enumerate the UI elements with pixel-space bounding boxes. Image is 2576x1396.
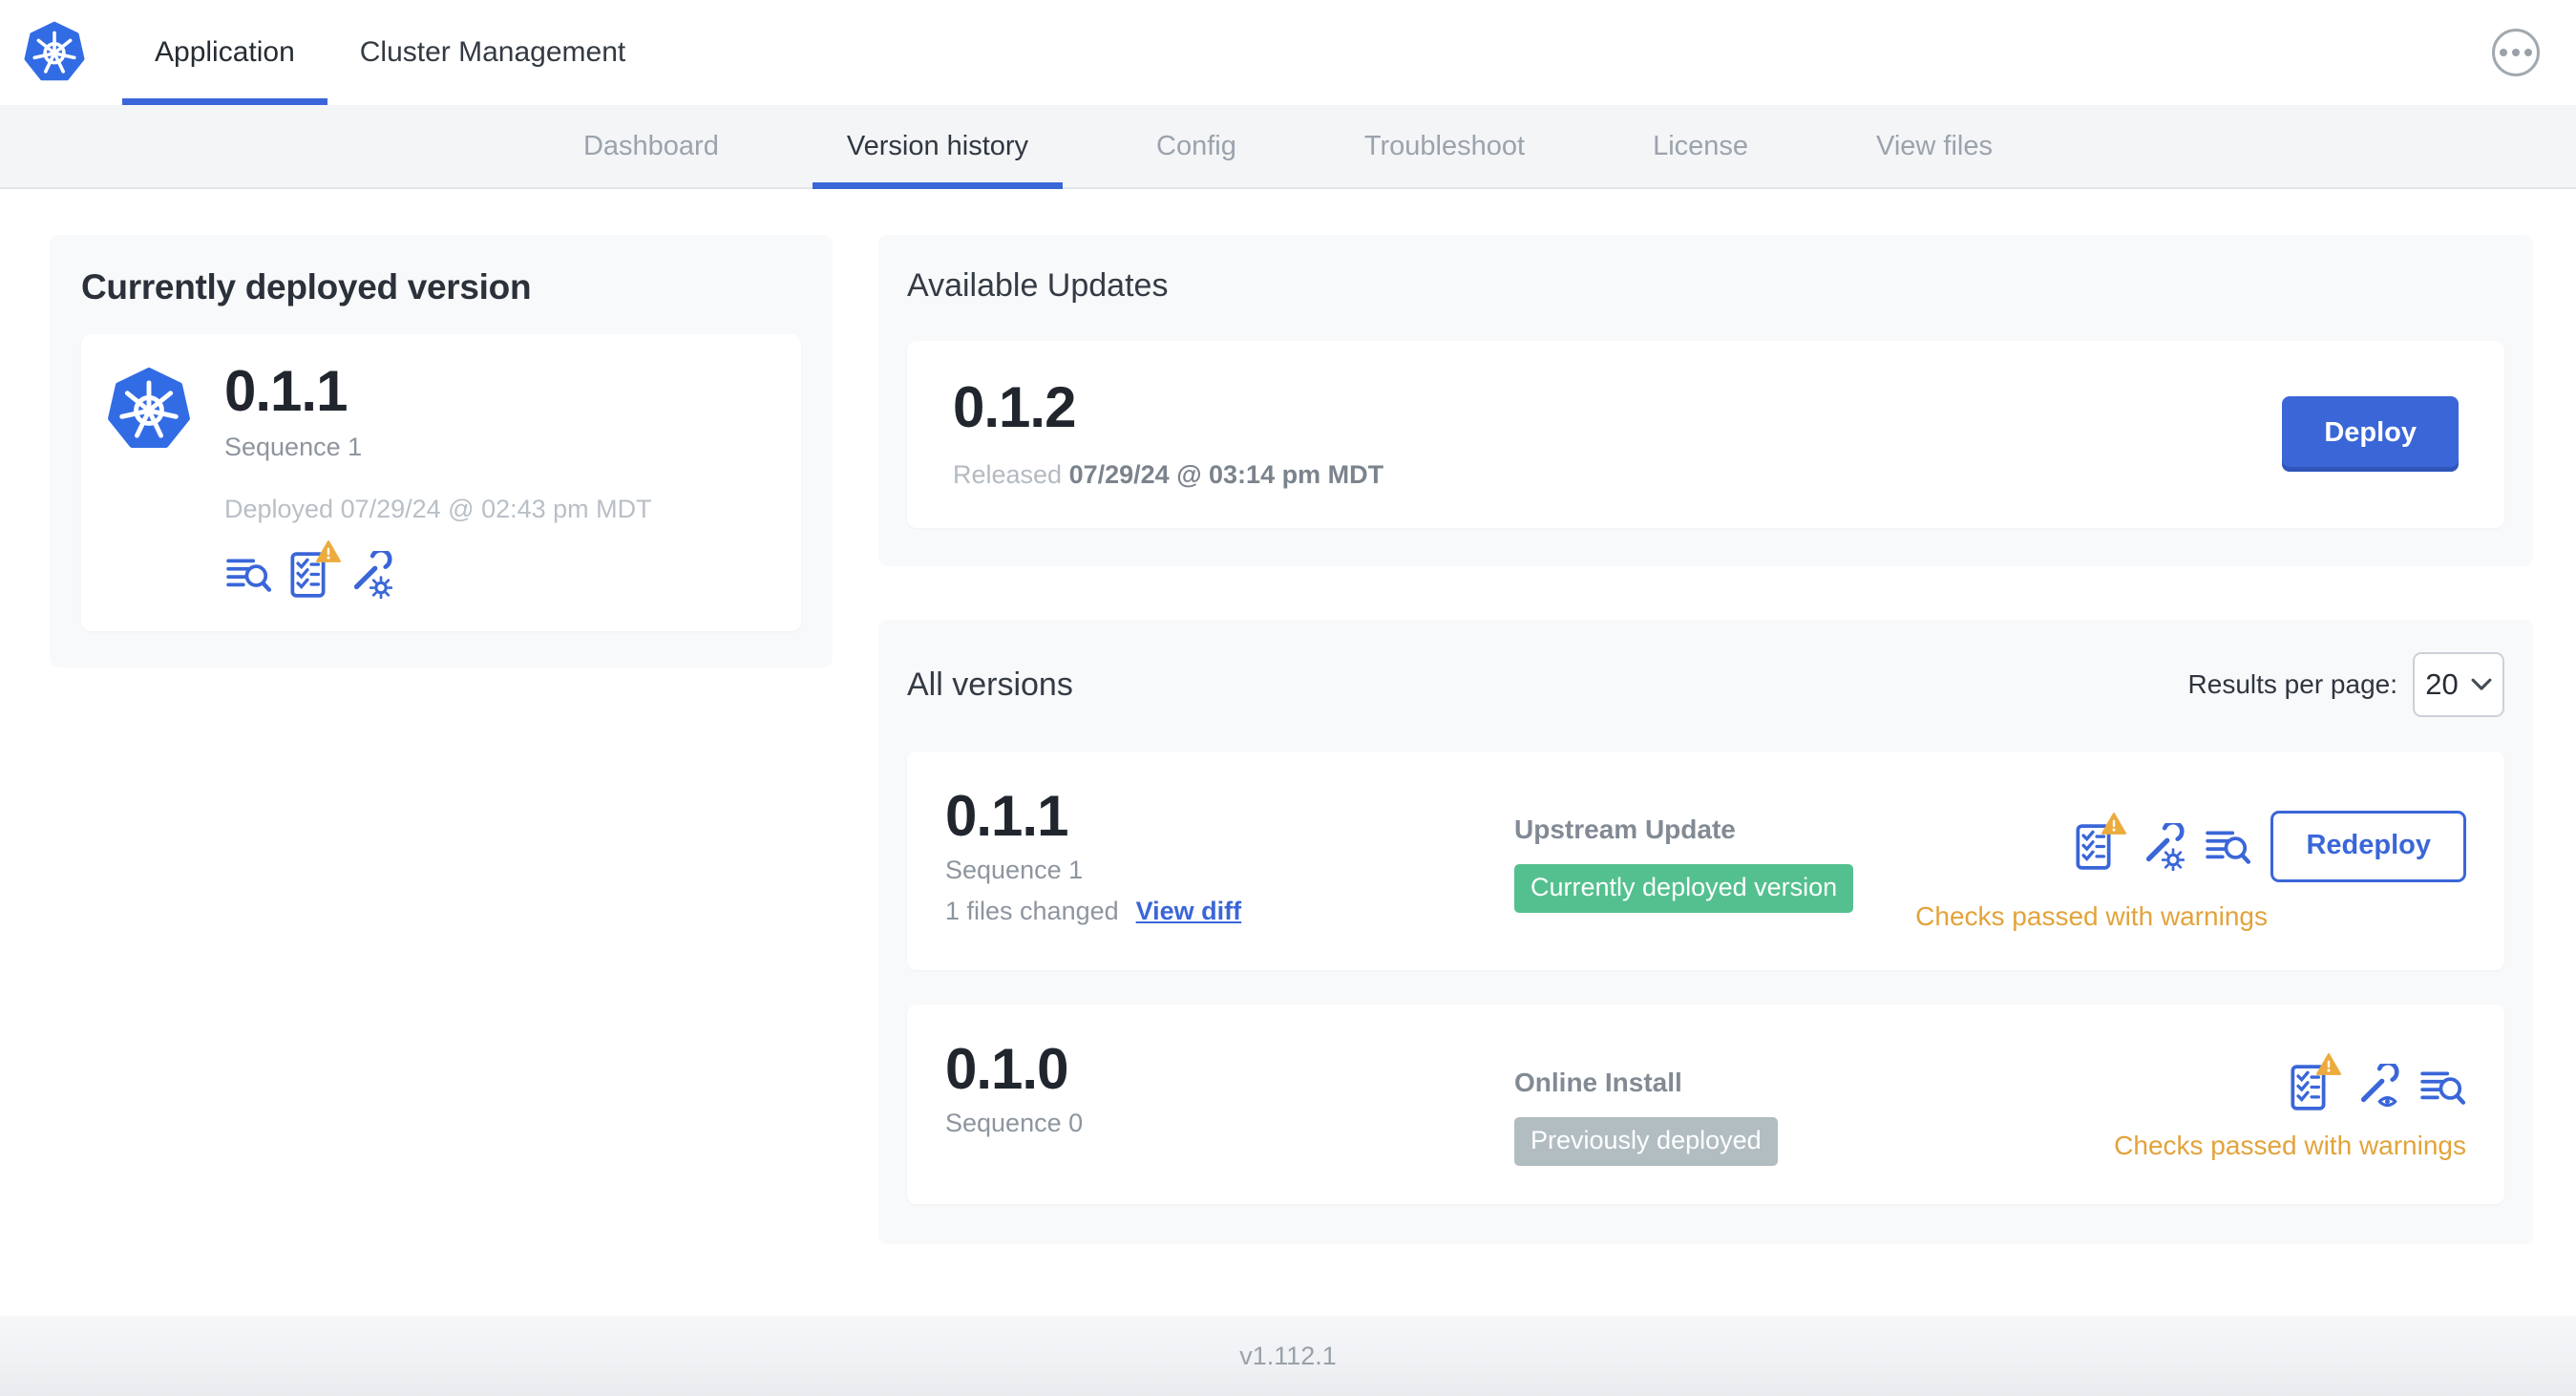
app-sub-navigation: Dashboard Version history Config Trouble… bbox=[0, 105, 2576, 189]
available-updates-panel: Available Updates 0.1.2 Released 07/29/2… bbox=[878, 235, 2533, 566]
release-notes-icon[interactable] bbox=[2418, 1064, 2466, 1111]
results-per-page-select[interactable]: 20 bbox=[2413, 652, 2504, 717]
right-column: Available Updates 0.1.2 Released 07/29/2… bbox=[878, 235, 2533, 1244]
update-card: 0.1.2 Released 07/29/24 @ 03:14 pm MDT D… bbox=[907, 341, 2504, 528]
edit-config-icon[interactable] bbox=[2137, 823, 2185, 871]
deployed-timestamp: Deployed 07/29/24 @ 02:43 pm MDT bbox=[224, 495, 652, 523]
redeploy-button[interactable]: Redeploy bbox=[2270, 811, 2466, 882]
subtab-dashboard[interactable]: Dashboard bbox=[549, 105, 753, 187]
files-changed-label: 1 files changed bbox=[945, 897, 1119, 925]
all-versions-title: All versions bbox=[907, 666, 1073, 703]
version-source-label: Upstream Update bbox=[1514, 814, 1736, 844]
all-versions-header: All versions Results per page: 20 bbox=[907, 652, 2504, 717]
view-config-icon[interactable] bbox=[2352, 1064, 2399, 1111]
top-navigation: Application Cluster Management bbox=[122, 0, 658, 105]
deployed-version-actions bbox=[224, 551, 652, 599]
warning-triangle-icon bbox=[2315, 1052, 2342, 1077]
subtab-troubleshoot[interactable]: Troubleshoot bbox=[1330, 105, 1559, 187]
ellipsis-icon bbox=[2500, 49, 2507, 56]
preflight-checks-icon[interactable] bbox=[2070, 823, 2118, 871]
app-kubernetes-logo-icon bbox=[106, 367, 192, 453]
row-actions: Redeploy bbox=[2070, 811, 2466, 882]
preflight-checks-icon[interactable] bbox=[2285, 1064, 2333, 1111]
tab-cluster-management[interactable]: Cluster Management bbox=[327, 0, 658, 105]
all-versions-panel: All versions Results per page: 20 0.1.1 … bbox=[878, 620, 2533, 1244]
edit-config-icon[interactable] bbox=[345, 551, 392, 599]
release-notes-icon[interactable] bbox=[224, 551, 272, 599]
overflow-menu-button[interactable] bbox=[2492, 29, 2540, 76]
row-version-number: 0.1.0 bbox=[945, 1037, 1068, 1101]
version-row-0-1-1: 0.1.1 Sequence 1 1 files changed View di… bbox=[907, 751, 2504, 970]
deployed-version-number: 0.1.1 bbox=[224, 359, 348, 423]
update-released-line: Released 07/29/24 @ 03:14 pm MDT bbox=[953, 460, 1384, 489]
tab-cluster-management-label: Cluster Management bbox=[359, 36, 626, 68]
preflight-checks-icon[interactable] bbox=[285, 551, 332, 599]
results-per-page: Results per page: 20 bbox=[2188, 652, 2504, 717]
status-badge: Currently deployed version bbox=[1514, 864, 1854, 913]
row-actions bbox=[2285, 1064, 2466, 1111]
row-sequence: Sequence 1 bbox=[945, 856, 1084, 884]
chevron-down-icon bbox=[2471, 678, 2492, 691]
preflight-status-text: Checks passed with warnings bbox=[2114, 1131, 2466, 1160]
console-version: v1.112.1 bbox=[1239, 1341, 1337, 1370]
update-released-date: 07/29/24 @ 03:14 pm MDT bbox=[1068, 460, 1384, 489]
results-per-page-label: Results per page: bbox=[2187, 669, 2397, 699]
deploy-button[interactable]: Deploy bbox=[2282, 395, 2459, 472]
deployed-sequence: Sequence 1 bbox=[224, 433, 363, 461]
version-source-label: Online Install bbox=[1514, 1068, 1682, 1097]
preflight-status-text: Checks passed with warnings bbox=[1915, 901, 2268, 931]
update-version-number: 0.1.2 bbox=[953, 375, 1076, 439]
currently-deployed-panel: Currently deployed version 0.1.1 Sequenc… bbox=[50, 235, 833, 667]
kubernetes-logo-icon bbox=[23, 0, 86, 105]
tab-application-label: Application bbox=[155, 36, 295, 68]
warning-triangle-icon bbox=[2101, 812, 2127, 836]
page-footer: v1.112.1 bbox=[0, 1316, 2576, 1396]
row-version-number: 0.1.1 bbox=[945, 784, 1068, 848]
subtab-view-files[interactable]: View files bbox=[1842, 105, 2027, 187]
subtab-config[interactable]: Config bbox=[1122, 105, 1271, 187]
results-per-page-value: 20 bbox=[2425, 667, 2459, 701]
available-updates-title: Available Updates bbox=[907, 267, 1169, 304]
status-badge: Previously deployed bbox=[1514, 1117, 1778, 1166]
warning-triangle-icon bbox=[315, 539, 342, 564]
release-notes-icon[interactable] bbox=[2204, 823, 2251, 871]
tab-application[interactable]: Application bbox=[122, 0, 327, 105]
main-content: Currently deployed version 0.1.1 Sequenc… bbox=[0, 189, 2576, 1244]
version-row-0-1-0: 0.1.0 Sequence 0 Online Install Previous… bbox=[907, 1005, 2504, 1204]
subtab-license[interactable]: License bbox=[1618, 105, 1783, 187]
deployed-version-card: 0.1.1 Sequence 1 Deployed 07/29/24 @ 02:… bbox=[81, 334, 801, 631]
currently-deployed-title: Currently deployed version bbox=[81, 267, 532, 307]
view-diff-link[interactable]: View diff bbox=[1136, 897, 1242, 926]
row-sequence: Sequence 0 bbox=[945, 1109, 1084, 1137]
subtab-version-history[interactable]: Version history bbox=[812, 105, 1064, 189]
top-bar: Application Cluster Management bbox=[0, 0, 2576, 105]
